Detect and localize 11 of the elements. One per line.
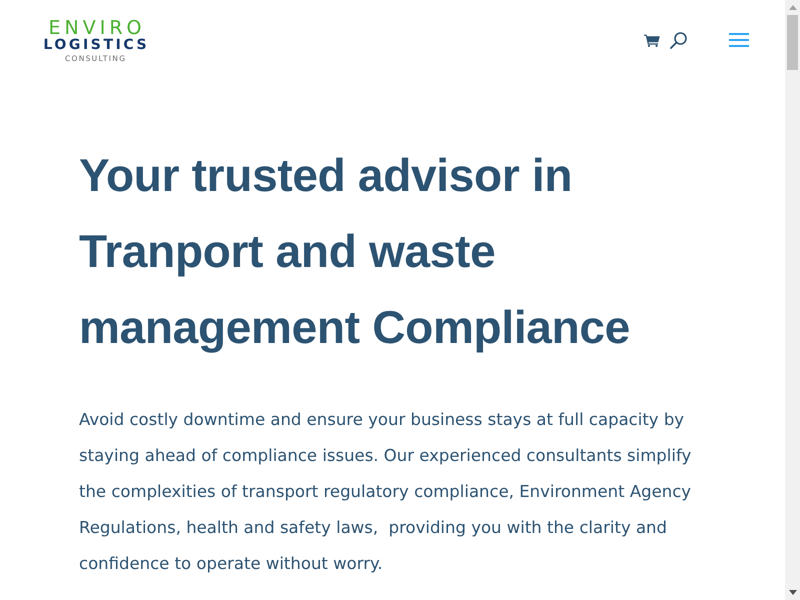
cart-icon[interactable] xyxy=(644,34,660,47)
scrollbar[interactable] xyxy=(785,0,800,600)
scroll-up-arrow-icon[interactable] xyxy=(788,5,796,10)
menu-icon[interactable] xyxy=(729,33,749,47)
hero-heading: Your trusted advisor in Tranport and waste management Compliance xyxy=(79,148,631,355)
hero-paragraph: Avoid costly downtime and ensure your business stays at full capacity by staying ahead of compliance issues. Our experienced consultants simplify the complexities of transport regulatory compliance, Environment Agency Regulations, health and safety laws, providing you with the clarity and confidence to operate without worry. xyxy=(79,409,692,575)
logo-top-word: ENVIRO xyxy=(48,19,146,38)
logo-main-word: LOGISTICS xyxy=(43,38,150,53)
scrollbar-thumb[interactable] xyxy=(787,15,798,70)
scroll-down-arrow-icon[interactable] xyxy=(788,590,796,595)
search-icon[interactable] xyxy=(670,32,687,48)
